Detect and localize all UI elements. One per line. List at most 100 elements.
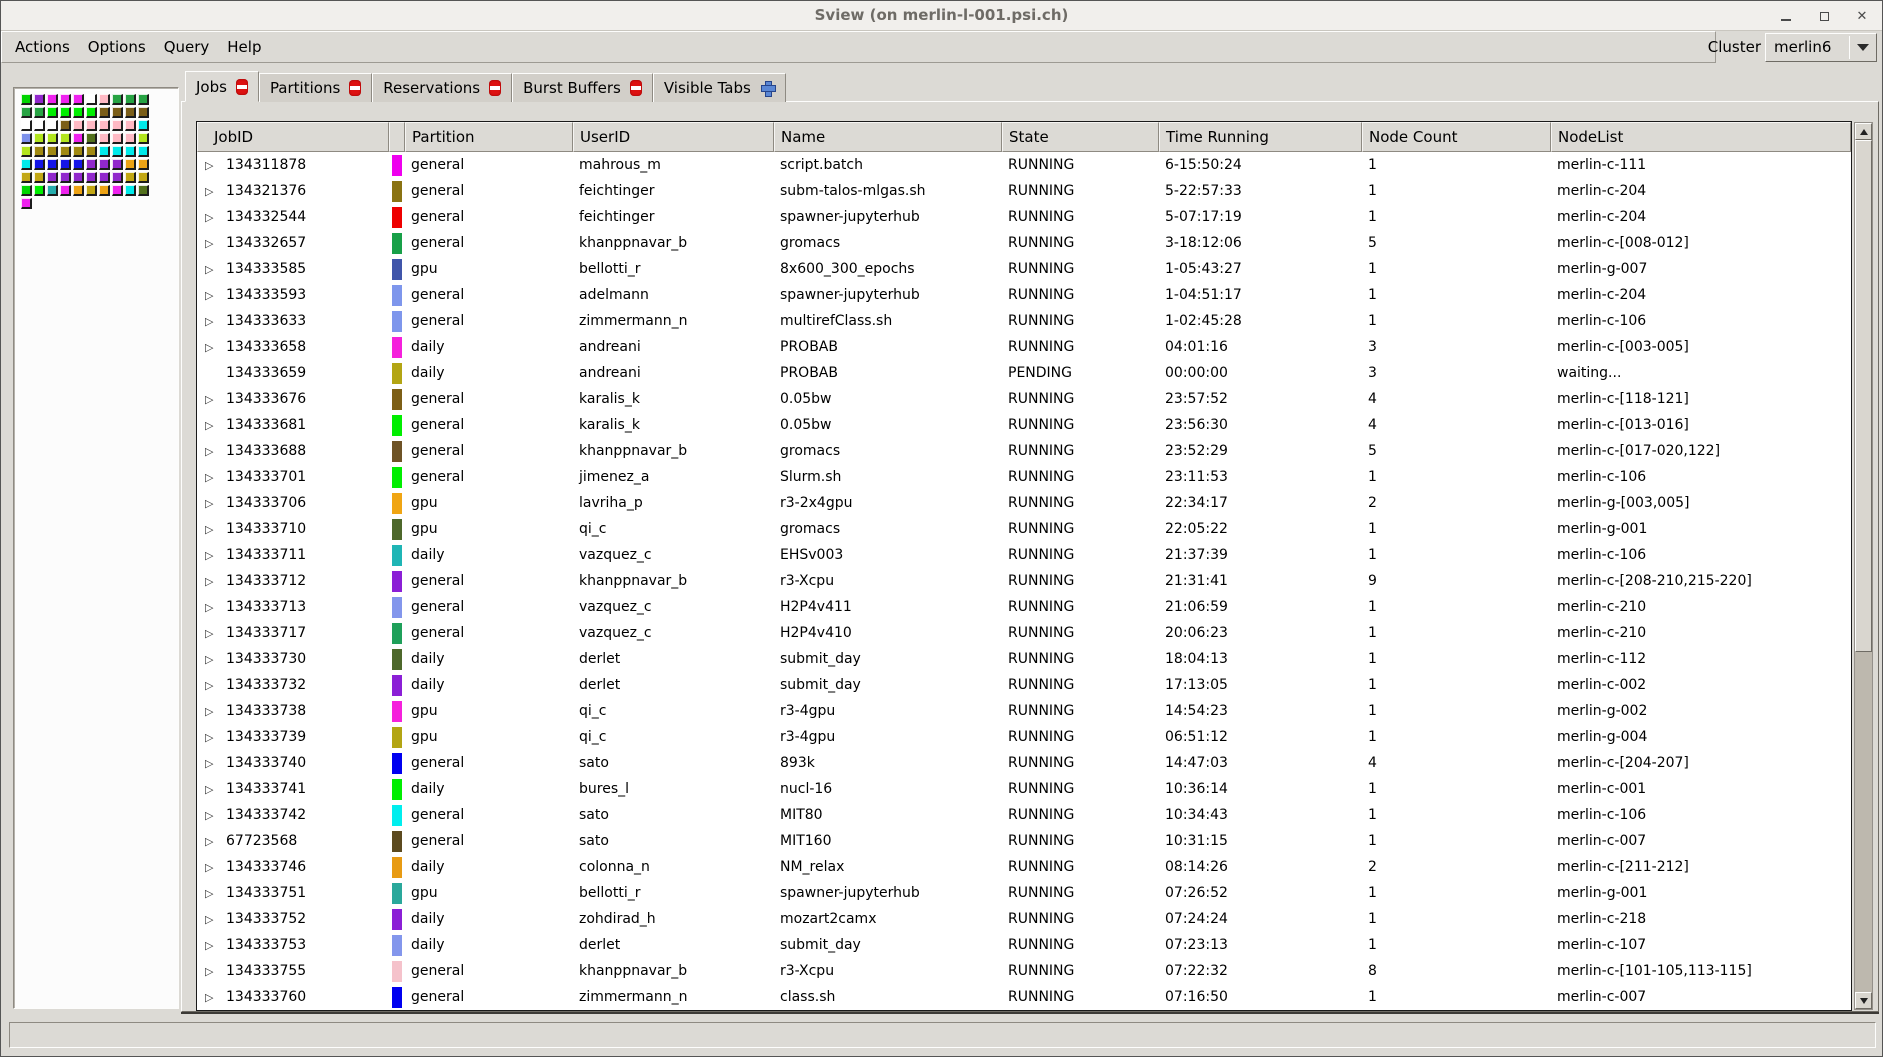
node-square[interactable] xyxy=(112,94,123,105)
node-square[interactable] xyxy=(60,107,71,118)
table-row[interactable]: ▷134333730dailyderletsubmit_dayRUNNING18… xyxy=(197,646,1851,672)
node-square[interactable] xyxy=(138,94,149,105)
remove-icon[interactable] xyxy=(630,80,642,96)
row-expander-icon[interactable]: ▷ xyxy=(205,576,217,587)
node-square[interactable] xyxy=(47,94,58,105)
row-expander-icon[interactable]: ▷ xyxy=(205,472,217,483)
scrollbar-thumb[interactable] xyxy=(1855,140,1872,652)
node-square[interactable] xyxy=(99,159,110,170)
row-expander-icon[interactable]: ▷ xyxy=(205,394,217,405)
node-square[interactable] xyxy=(125,146,136,157)
column-header-name[interactable]: Name xyxy=(774,122,1002,152)
node-square[interactable] xyxy=(47,107,58,118)
remove-icon[interactable] xyxy=(349,80,361,96)
row-expander-icon[interactable]: ▷ xyxy=(205,316,217,327)
node-square[interactable] xyxy=(86,120,97,131)
table-row[interactable]: ▷134333753dailyderletsubmit_dayRUNNING07… xyxy=(197,932,1851,958)
node-square[interactable] xyxy=(86,133,97,144)
row-expander-icon[interactable]: ▷ xyxy=(205,550,217,561)
node-square[interactable] xyxy=(138,159,149,170)
table-row[interactable]: ▷134333701generaljimenez_aSlurm.shRUNNIN… xyxy=(197,464,1851,490)
table-row[interactable]: ▷134333688generalkhanppnavar_bgromacsRUN… xyxy=(197,438,1851,464)
maximize-button[interactable] xyxy=(1816,8,1832,24)
node-square[interactable] xyxy=(99,94,110,105)
row-expander-icon[interactable]: ▷ xyxy=(205,498,217,509)
node-square[interactable] xyxy=(34,172,45,183)
row-expander-icon[interactable]: ▷ xyxy=(205,706,217,717)
row-expander-icon[interactable]: ▷ xyxy=(205,732,217,743)
table-row[interactable]: ▷134333741dailybures_lnucl-16RUNNING10:3… xyxy=(197,776,1851,802)
row-expander-icon[interactable]: ▷ xyxy=(205,446,217,457)
node-square[interactable] xyxy=(73,120,84,131)
node-square[interactable] xyxy=(21,120,32,131)
table-row[interactable]: ▷134333711dailyvazquez_cEHSv003RUNNING21… xyxy=(197,542,1851,568)
node-square[interactable] xyxy=(138,120,149,131)
node-square[interactable] xyxy=(21,133,32,144)
node-square[interactable] xyxy=(138,172,149,183)
column-header-node-count[interactable]: Node Count xyxy=(1362,122,1551,152)
minimize-button[interactable] xyxy=(1778,8,1794,24)
row-expander-icon[interactable]: ▷ xyxy=(205,966,217,977)
row-expander-icon[interactable]: ▷ xyxy=(205,264,217,275)
node-square[interactable] xyxy=(112,120,123,131)
column-header-partition[interactable]: Partition xyxy=(405,122,573,152)
node-square[interactable] xyxy=(86,185,97,196)
node-square[interactable] xyxy=(47,133,58,144)
node-square[interactable] xyxy=(73,133,84,144)
node-square[interactable] xyxy=(34,185,45,196)
node-square[interactable] xyxy=(125,107,136,118)
add-icon[interactable] xyxy=(760,80,775,96)
node-square[interactable] xyxy=(99,120,110,131)
node-square[interactable] xyxy=(99,146,110,157)
node-square[interactable] xyxy=(86,94,97,105)
node-square[interactable] xyxy=(125,94,136,105)
table-row[interactable]: ▷134333633generalzimmermann_nmultirefCla… xyxy=(197,308,1851,334)
row-expander-icon[interactable]: ▷ xyxy=(205,342,217,353)
table-row[interactable]: ▷134333676generalkaralis_k0.05bwRUNNING2… xyxy=(197,386,1851,412)
table-row[interactable]: ▷134333681generalkaralis_k0.05bwRUNNING2… xyxy=(197,412,1851,438)
tab-partitions[interactable]: Partitions xyxy=(259,73,372,102)
node-square[interactable] xyxy=(21,172,32,183)
node-square[interactable] xyxy=(60,159,71,170)
table-row[interactable]: ▷134311878generalmahrous_mscript.batchRU… xyxy=(197,152,1851,178)
node-square[interactable] xyxy=(138,185,149,196)
node-square[interactable] xyxy=(34,159,45,170)
node-square[interactable] xyxy=(86,172,97,183)
node-square[interactable] xyxy=(99,185,110,196)
table-row[interactable]: ▷134332657generalkhanppnavar_bgromacsRUN… xyxy=(197,230,1851,256)
row-expander-icon[interactable]: ▷ xyxy=(205,914,217,925)
menu-query[interactable]: Query xyxy=(155,34,219,60)
row-expander-icon[interactable]: ▷ xyxy=(205,212,217,223)
tab-reservations[interactable]: Reservations xyxy=(372,73,512,102)
node-square[interactable] xyxy=(21,198,32,209)
table-row[interactable]: ▷134333752dailyzohdirad_hmozart2camxRUNN… xyxy=(197,906,1851,932)
remove-icon[interactable] xyxy=(236,79,248,95)
row-expander-icon[interactable]: ▷ xyxy=(205,992,217,1003)
node-square[interactable] xyxy=(112,172,123,183)
node-square[interactable] xyxy=(112,185,123,196)
tab-burst-buffers[interactable]: Burst Buffers xyxy=(512,73,653,102)
node-square[interactable] xyxy=(47,146,58,157)
node-square[interactable] xyxy=(34,107,45,118)
column-header-nodelist[interactable]: NodeList xyxy=(1551,122,1851,152)
row-expander-icon[interactable]: ▷ xyxy=(205,888,217,899)
row-expander-icon[interactable]: ▷ xyxy=(205,758,217,769)
table-row[interactable]: ▷134333739gpuqi_cr3-4gpuRUNNING06:51:121… xyxy=(197,724,1851,750)
node-square[interactable] xyxy=(112,133,123,144)
node-square[interactable] xyxy=(125,133,136,144)
cluster-combobox[interactable]: merlin6 xyxy=(1765,33,1877,62)
node-square[interactable] xyxy=(60,133,71,144)
titlebar[interactable]: Sview (on merlin-l-001.psi.ch) ✕ xyxy=(1,1,1882,31)
node-square[interactable] xyxy=(60,94,71,105)
scroll-down-button[interactable] xyxy=(1855,992,1872,1009)
node-square[interactable] xyxy=(60,146,71,157)
node-square[interactable] xyxy=(73,146,84,157)
node-square[interactable] xyxy=(73,185,84,196)
row-expander-icon[interactable]: ▷ xyxy=(205,290,217,301)
row-expander-icon[interactable]: ▷ xyxy=(205,654,217,665)
node-square[interactable] xyxy=(138,107,149,118)
node-square[interactable] xyxy=(99,133,110,144)
node-square[interactable] xyxy=(112,159,123,170)
node-square[interactable] xyxy=(99,172,110,183)
node-square[interactable] xyxy=(34,133,45,144)
